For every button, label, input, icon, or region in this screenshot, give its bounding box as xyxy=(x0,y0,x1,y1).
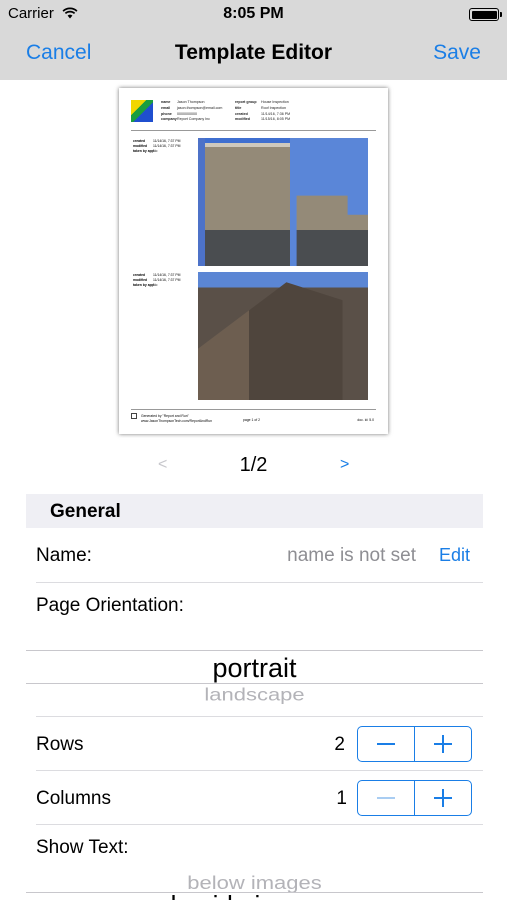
save-button[interactable]: Save xyxy=(433,41,481,65)
orientation-picker[interactable]: portrait landscape xyxy=(26,650,483,716)
preview-header-left: name Jason Thompson email jason.thompson@e… xyxy=(161,100,223,122)
section-title: General xyxy=(50,501,121,522)
rows-stepper xyxy=(357,726,472,762)
page-orientation-label: Page Orientation: xyxy=(36,595,184,616)
status-bar: Carrier 8:05 PM xyxy=(0,0,507,28)
orientation-option-next[interactable]: landscape xyxy=(26,685,483,706)
page-preview: name Jason Thompson email jason.thompson@e… xyxy=(119,88,388,434)
page-indicator: 1/2 xyxy=(239,454,268,476)
name-row: Name: name is not set Edit xyxy=(36,545,484,567)
rows-increment-button[interactable] xyxy=(414,727,471,761)
plus-icon xyxy=(434,735,452,753)
picker-top-line xyxy=(26,650,483,651)
columns-increment-button[interactable] xyxy=(414,781,471,815)
divider xyxy=(36,770,483,771)
minus-icon xyxy=(377,797,395,799)
plus-icon xyxy=(434,789,452,807)
preview-footer-divider xyxy=(131,409,376,410)
preview-footer-page: page 1 of 2 xyxy=(243,418,260,422)
preview-footer-doc-id: doc. id: 5.0 xyxy=(357,418,374,422)
rows-value: 2 xyxy=(334,734,345,755)
name-value: name is not set xyxy=(287,545,416,566)
company-logo xyxy=(131,100,153,122)
page-pager: < 1/2 > xyxy=(0,452,507,480)
preview-header-divider xyxy=(131,130,376,131)
divider xyxy=(36,824,483,825)
show-text-label: Show Text: xyxy=(36,837,129,858)
name-label: Name: xyxy=(36,545,92,566)
page-title: Template Editor xyxy=(174,41,333,64)
columns-value: 1 xyxy=(336,788,347,809)
battery-icon xyxy=(469,8,502,21)
photo-1-meta: created 11/14/16, 7:37 PM modified 11/14/1… xyxy=(133,139,181,153)
footer-icon xyxy=(131,413,137,419)
section-header-general: General xyxy=(26,494,483,528)
show-text-picker[interactable]: below images beside images xyxy=(26,866,483,900)
edit-name-button[interactable]: Edit xyxy=(439,545,470,566)
photo-2-meta: created 11/14/16, 7:37 PM modified 11/14/1… xyxy=(133,273,181,287)
preview-header-right: report group House Inspection title Roof I… xyxy=(235,100,291,122)
columns-decrement-button[interactable] xyxy=(358,781,414,815)
minus-icon xyxy=(377,743,395,745)
navigation-bar: Cancel Template Editor Save xyxy=(0,28,507,80)
columns-stepper xyxy=(357,780,472,816)
show-text-option-selected[interactable]: beside images xyxy=(26,890,483,900)
next-page-button[interactable]: > xyxy=(340,456,349,474)
clock: 8:05 PM xyxy=(223,5,284,22)
divider xyxy=(36,716,483,717)
orientation-option-selected[interactable]: portrait xyxy=(26,653,483,684)
rows-decrement-button[interactable] xyxy=(358,727,414,761)
divider xyxy=(36,582,483,583)
